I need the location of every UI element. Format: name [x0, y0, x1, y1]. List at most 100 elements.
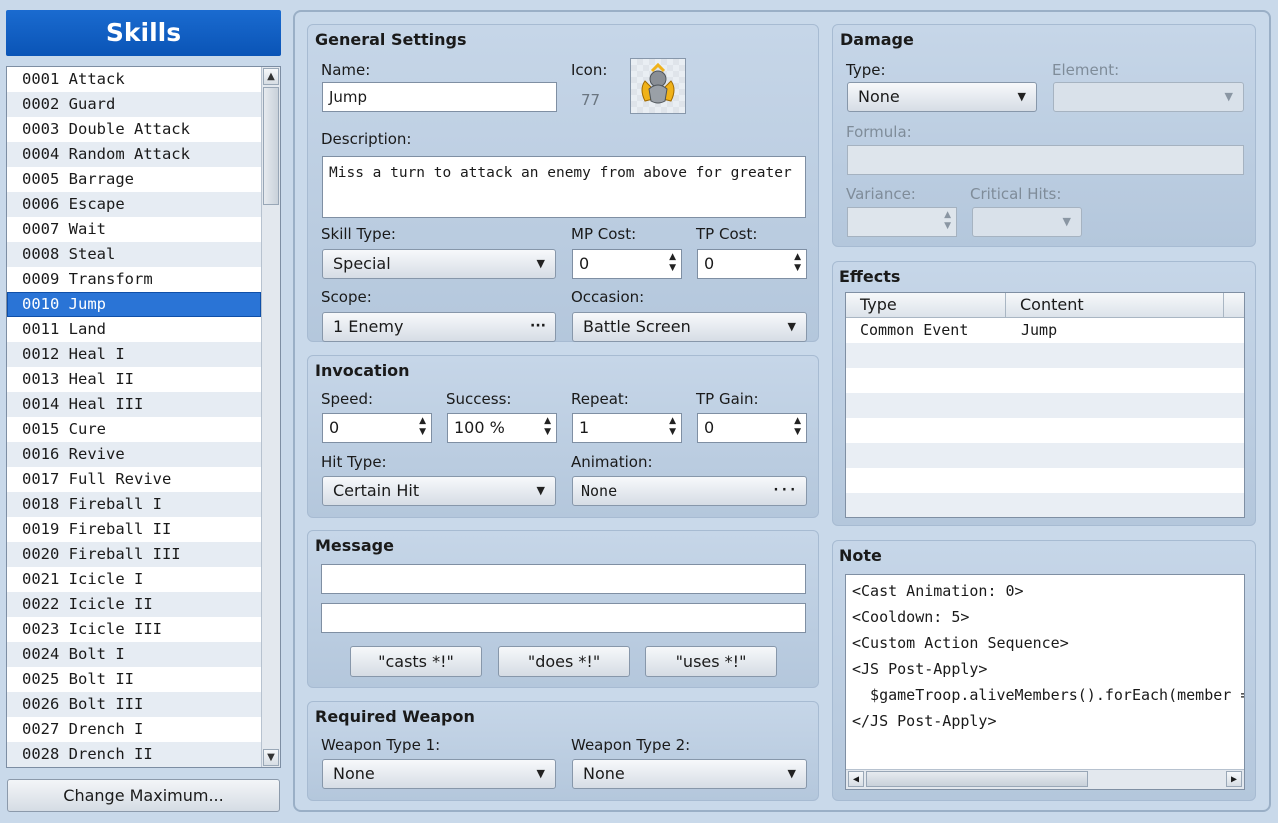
spin-up-down-icon[interactable]: ▲ ▼ [944, 210, 951, 232]
skill-list-item[interactable]: 0028 Drench II [7, 742, 261, 767]
skill-list-item[interactable]: 0025 Bolt II [7, 667, 261, 692]
skill-list-item[interactable]: 0010 Jump [7, 292, 261, 317]
speed-spinner[interactable]: 0 ▲ ▼ [322, 413, 432, 443]
weapon-type-2-dropdown[interactable]: None ▼ [572, 759, 807, 789]
skill-list-item[interactable]: 0001 Attack [7, 67, 261, 92]
animation-selector[interactable]: None ··· [572, 476, 807, 506]
spin-up-down-icon[interactable]: ▲ ▼ [794, 252, 801, 274]
scroll-left-button[interactable]: ◀ [848, 771, 864, 787]
panel-title: Required Weapon [315, 707, 475, 726]
skill-list-scrollbar[interactable]: ▲ ▼ [261, 67, 280, 767]
skill-list-item[interactable]: 0021 Icicle I [7, 567, 261, 592]
skill-list-item[interactable]: 0024 Bolt I [7, 642, 261, 667]
hit-type-dropdown[interactable]: Certain Hit ▼ [322, 476, 556, 506]
skill-list-item[interactable]: 0011 Land [7, 317, 261, 342]
skill-list-item[interactable]: 0004 Random Attack [7, 142, 261, 167]
spin-up-down-icon[interactable]: ▲ ▼ [544, 416, 551, 438]
skill-list-item[interactable]: 0003 Double Attack [7, 117, 261, 142]
skill-list-item[interactable]: 0016 Revive [7, 442, 261, 467]
scroll-thumb-h[interactable] [866, 771, 1088, 787]
effects-row[interactable] [846, 443, 1244, 468]
invocation-panel: Invocation Speed: 0 ▲ ▼ Success: 100 % ▲ ▼… [307, 355, 819, 518]
uses-button[interactable]: "uses *!" [645, 646, 777, 677]
effects-row[interactable]: Common Event Jump [846, 318, 1244, 343]
damage-type-dropdown[interactable]: None ▼ [847, 82, 1037, 112]
note-lines: <Cast Animation: 0> <Cooldown: 5> <Custom … [846, 575, 1244, 734]
critical-hits-label: Critical Hits: [970, 185, 1062, 203]
hit-type-value: Certain Hit [333, 481, 420, 500]
repeat-label: Repeat: [571, 390, 629, 408]
effects-row[interactable] [846, 343, 1244, 368]
spin-up-down-icon[interactable]: ▲ ▼ [419, 416, 426, 438]
skill-list-item[interactable]: 0023 Icicle III [7, 617, 261, 642]
formula-field[interactable] [847, 145, 1244, 175]
message-line-2[interactable] [321, 603, 806, 633]
formula-label: Formula: [846, 123, 912, 141]
general-settings-panel: General Settings Name: Jump Icon: 77 Des… [307, 24, 819, 342]
effects-row[interactable] [846, 418, 1244, 443]
description-field[interactable]: Miss a turn to attack an enemy from abov… [322, 156, 806, 218]
skill-list-item[interactable]: 0018 Fireball I [7, 492, 261, 517]
skill-list-item[interactable]: 0027 Drench I [7, 717, 261, 742]
success-value: 100 % [454, 418, 505, 437]
spin-up-down-icon[interactable]: ▲ ▼ [794, 416, 801, 438]
effects-panel: Effects Type Content Common Event Jump [832, 261, 1256, 526]
variance-spinner[interactable]: ▲ ▼ [847, 207, 957, 237]
skill-list-item[interactable]: 0019 Fireball II [7, 517, 261, 542]
tp-cost-spinner[interactable]: 0 ▲ ▼ [697, 249, 807, 279]
tp-gain-spinner[interactable]: 0 ▲ ▼ [697, 413, 807, 443]
effects-row[interactable] [846, 468, 1244, 493]
scroll-thumb[interactable] [263, 87, 279, 205]
tp-gain-label: TP Gain: [696, 390, 759, 408]
col-header-content[interactable]: Content [1006, 293, 1224, 318]
skill-list-item[interactable]: 0005 Barrage [7, 167, 261, 192]
element-dropdown[interactable]: ▼ [1053, 82, 1244, 112]
note-textarea[interactable]: <Cast Animation: 0> <Cooldown: 5> <Custom … [845, 574, 1245, 790]
chevron-down-icon: ▼ [536, 257, 545, 270]
scope-value: 1 Enemy [333, 317, 404, 336]
repeat-spinner[interactable]: 1 ▲ ▼ [572, 413, 682, 443]
weapon-type-1-dropdown[interactable]: None ▼ [322, 759, 556, 789]
skill-list-item[interactable]: 0009 Transform [7, 267, 261, 292]
skill-list-item[interactable]: 0022 Icicle II [7, 592, 261, 617]
skill-list-item[interactable]: 0015 Cure [7, 417, 261, 442]
casts-button[interactable]: "casts *!" [350, 646, 482, 677]
success-spinner[interactable]: 100 % ▲ ▼ [447, 413, 557, 443]
note-scrollbar-h[interactable]: ◀ ▶ [846, 769, 1244, 789]
skill-icon-picker[interactable] [630, 58, 686, 114]
spin-up-down-icon[interactable]: ▲ ▼ [669, 416, 676, 438]
damage-type-label: Type: [846, 61, 886, 79]
scope-selector[interactable]: 1 Enemy ··· [322, 312, 556, 342]
panel-title: Invocation [315, 361, 410, 380]
skill-list-item[interactable]: 0013 Heal II [7, 367, 261, 392]
skill-list-item[interactable]: 0007 Wait [7, 217, 261, 242]
spin-up-down-icon[interactable]: ▲ ▼ [669, 252, 676, 274]
message-line-1[interactable] [321, 564, 806, 594]
does-button[interactable]: "does *!" [498, 646, 630, 677]
effects-row[interactable] [846, 393, 1244, 418]
change-maximum-button[interactable]: Change Maximum... [7, 779, 280, 812]
skill-list[interactable]: 0001 Attack 0002 Guard 0003 Double Attack 0… [6, 66, 281, 768]
col-header-type[interactable]: Type [846, 293, 1006, 318]
skill-list-item[interactable]: 0014 Heal III [7, 392, 261, 417]
name-field[interactable]: Jump [322, 82, 557, 112]
skill-list-item[interactable]: 0012 Heal I [7, 342, 261, 367]
critical-hits-dropdown[interactable]: ▼ [972, 207, 1082, 237]
skill-list-item[interactable]: 0008 Steal [7, 242, 261, 267]
occasion-dropdown[interactable]: Battle Screen ▼ [572, 312, 807, 342]
skill-list-item[interactable]: 0006 Escape [7, 192, 261, 217]
skill-list-item[interactable]: 0020 Fireball III [7, 542, 261, 567]
panel-title: Effects [839, 267, 901, 286]
skill-list-item[interactable]: 0017 Full Revive [7, 467, 261, 492]
skill-list-item[interactable]: 0002 Guard [7, 92, 261, 117]
effects-table[interactable]: Type Content Common Event Jump [845, 292, 1245, 518]
scroll-right-button[interactable]: ▶ [1226, 771, 1242, 787]
skill-type-dropdown[interactable]: Special ▼ [322, 249, 556, 279]
scroll-up-button[interactable]: ▲ [263, 68, 279, 85]
effects-row[interactable] [846, 368, 1244, 393]
effects-row[interactable] [846, 493, 1244, 517]
skill-list-item[interactable]: 0026 Bolt III [7, 692, 261, 717]
mp-cost-spinner[interactable]: 0 ▲ ▼ [572, 249, 682, 279]
scroll-down-button[interactable]: ▼ [263, 749, 279, 766]
occasion-value: Battle Screen [583, 317, 691, 336]
